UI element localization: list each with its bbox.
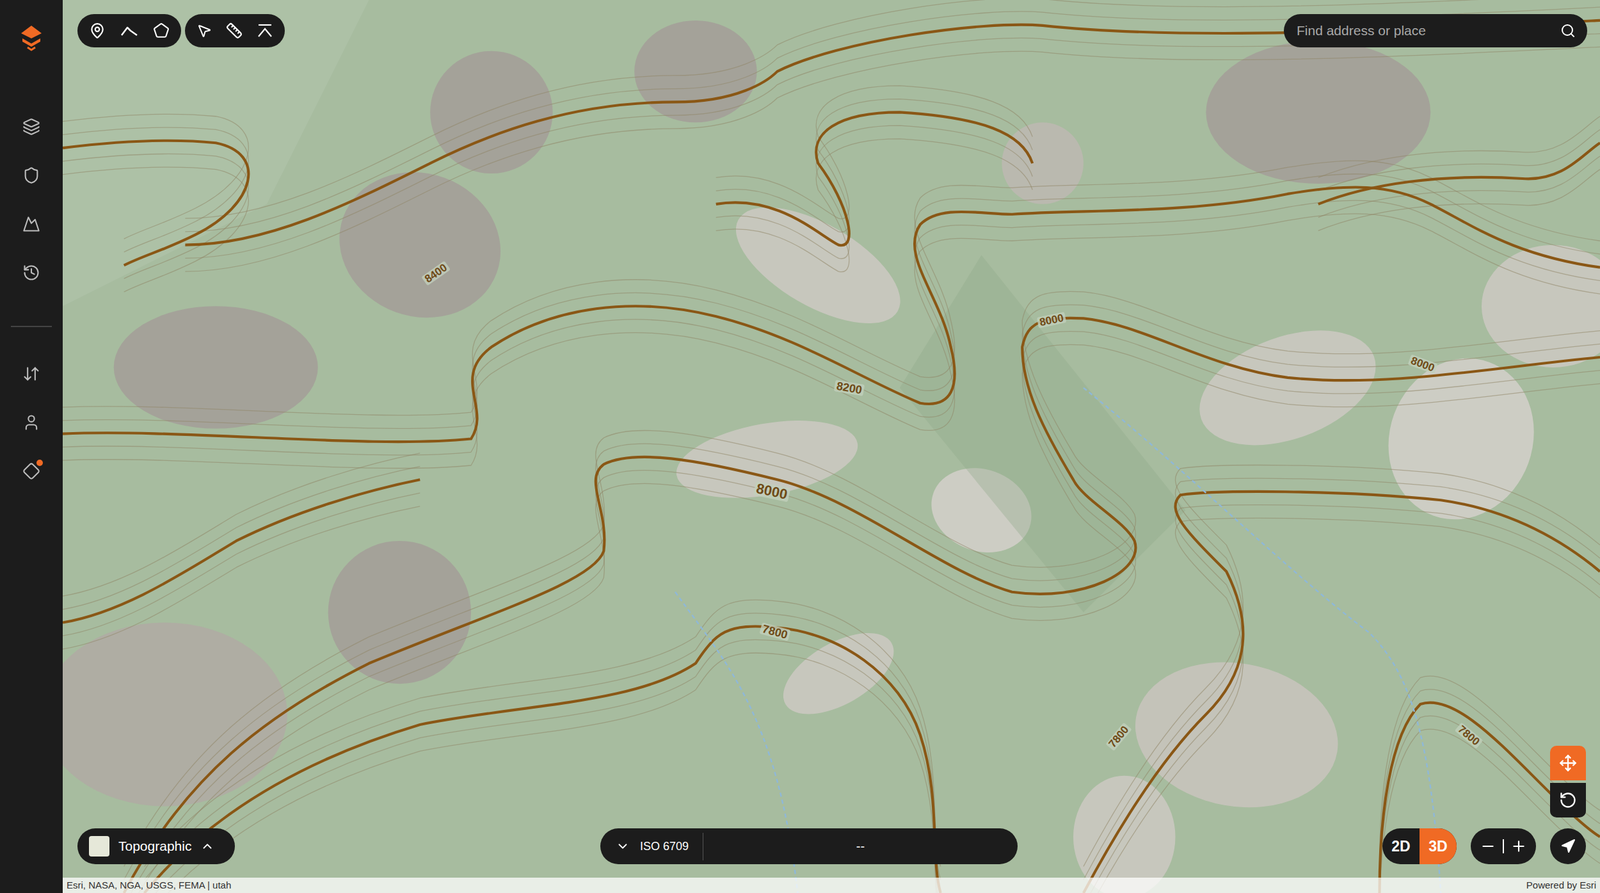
search-box[interactable] <box>1283 14 1588 48</box>
sidebar-item[interactable] <box>21 117 41 137</box>
rotate-button[interactable] <box>1550 782 1586 818</box>
basemap-label: Topographic <box>118 835 192 857</box>
sidebar-divider <box>10 325 52 328</box>
app: 80008200780080008000840078007800Topograp… <box>0 0 1600 893</box>
line-icon[interactable] <box>119 22 139 40</box>
chevron-up-icon <box>200 839 215 854</box>
coordinate-bar: ISO 6709-- <box>600 828 1018 864</box>
coordinate-value: -- <box>703 836 1018 856</box>
zoom-out-icon[interactable] <box>1479 837 1497 855</box>
sidebar-item[interactable] <box>21 263 41 283</box>
history-icon <box>22 263 41 282</box>
sidebar-item[interactable] <box>21 214 41 234</box>
search-input[interactable] <box>1296 20 1554 41</box>
shape-icon[interactable] <box>152 22 170 40</box>
attribution-bar: Esri, NASA, NGA, USGS, FEMA | utah Powere… <box>62 877 1600 893</box>
chevron-down-icon <box>615 839 630 854</box>
waypoint-icon[interactable] <box>88 22 106 40</box>
map-controls: 2D3D <box>1382 828 1586 864</box>
draw-tools <box>77 14 182 48</box>
map-view[interactable]: 80008200780080008000840078007800Topograp… <box>62 0 1600 893</box>
measure-tools <box>184 14 285 48</box>
mountain-icon <box>22 215 41 233</box>
sidebar-item[interactable] <box>21 412 41 432</box>
powered-by[interactable]: Powered by Esri <box>1526 878 1597 893</box>
view-mode-option[interactable]: 3D <box>1419 828 1457 864</box>
basemap-thumbnail <box>88 835 110 857</box>
badge-dot <box>36 459 43 466</box>
map-toolbar <box>77 14 285 48</box>
basemap-selector[interactable]: Topographic <box>77 828 235 864</box>
view-mode-option[interactable]: 2D <box>1382 828 1420 864</box>
elevation-profile-icon[interactable] <box>256 22 274 40</box>
logo-icon[interactable] <box>18 24 45 52</box>
terrain-map[interactable] <box>62 0 1600 893</box>
zoom-in-icon[interactable] <box>1510 837 1528 855</box>
sidebar <box>0 0 63 893</box>
sidebar-item[interactable] <box>21 165 41 185</box>
sort-icon <box>22 364 41 383</box>
coordinate-format[interactable]: ISO 6709 <box>600 832 704 861</box>
user-icon <box>22 413 41 432</box>
attribution-text: Esri, NASA, NGA, USGS, FEMA | utah <box>66 878 232 893</box>
rotate-icon <box>1559 791 1577 809</box>
zoom-controls <box>1470 828 1536 864</box>
pan-button[interactable] <box>1550 745 1586 781</box>
sidebar-item[interactable] <box>21 461 41 481</box>
sidebar-item[interactable] <box>21 364 41 384</box>
shield-icon <box>22 166 41 185</box>
navigation-mode <box>1550 745 1586 818</box>
pan-icon <box>1559 753 1577 772</box>
compass-button[interactable] <box>1550 828 1586 864</box>
search-icon[interactable] <box>1560 23 1576 39</box>
layers-icon <box>22 117 41 136</box>
view-mode-toggle: 2D3D <box>1382 828 1457 864</box>
pointer-icon[interactable] <box>196 23 212 39</box>
compass-icon <box>1560 838 1576 854</box>
ruler-icon[interactable] <box>225 22 243 40</box>
